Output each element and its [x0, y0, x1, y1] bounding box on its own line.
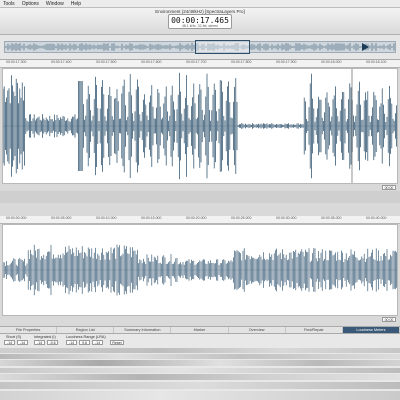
tab-region-list[interactable]: Region List	[57, 327, 115, 333]
ruler-tick-label: 00:00:05.000	[51, 216, 72, 220]
meter-bar-2	[0, 354, 400, 359]
label-loudness-range: Loudness Range (LRA)	[66, 335, 106, 339]
waveform-bottom	[3, 244, 397, 296]
ruler-tick-label: 00:00:18.000	[321, 60, 342, 64]
menu-bar: Tools Options Window Help	[0, 0, 400, 8]
ruler-tick-label: 00:00:30.000	[276, 216, 297, 220]
ruler-tick-label: 00:00:00.000	[6, 216, 27, 220]
meter-bar-7	[0, 391, 400, 400]
menu-tools[interactable]: Tools	[3, 1, 15, 7]
loudness-value-7: -14	[92, 340, 103, 345]
play-marker-icon[interactable]	[362, 43, 369, 51]
time-ruler-top[interactable]: 00:00:17.300 00:00:17.400 00:00:17.500 00:0…	[0, 60, 400, 68]
panel-tabs: File Properties Region List Summary Info…	[0, 326, 400, 334]
loudness-panel: Short (S) Integrated (I) Loudness Range …	[0, 334, 400, 400]
menu-window[interactable]: Window	[46, 1, 64, 7]
ruler-tick-label: 00:00:40.000	[366, 216, 387, 220]
tab-loudness-meters[interactable]: Loudness Meters	[342, 327, 400, 333]
ruler-tick-label: 00:00:15.000	[141, 216, 162, 220]
loudness-value-2: -14	[17, 340, 28, 345]
loudness-value-4: -9.6	[47, 340, 58, 345]
ruler-tick-label: 00:00:25.000	[231, 216, 252, 220]
loudness-value-6: 9.6	[79, 340, 90, 345]
meter-bar-1	[0, 348, 400, 353]
loudness-value-3: -14	[34, 340, 45, 345]
menu-options[interactable]: Options	[22, 1, 39, 7]
overview-viewport[interactable]	[195, 40, 250, 54]
tab-marker[interactable]: Marker	[171, 327, 229, 333]
ruler-tick-label: 00:00:17.700	[186, 60, 207, 64]
waveform-panel-bottom[interactable]	[2, 224, 398, 316]
overview-strip[interactable]	[0, 35, 400, 60]
ruler-tick-label: 00:00:17.900	[276, 60, 297, 64]
tab-file-properties[interactable]: File Properties	[0, 327, 58, 333]
tab-summary-information[interactable]: Summary Information	[114, 327, 172, 333]
time-display[interactable]: 00:00:17.465 48.1 kHz, 32-bit, stereo	[168, 14, 232, 29]
label-integrated: Integrated (I)	[34, 335, 56, 339]
time-ruler-bottom[interactable]: 00:00:00.000 00:00:05.000 00:00:10.000 00:0…	[0, 216, 400, 224]
ruler-tick-label: 00:00:17.500	[96, 60, 117, 64]
tab-overview[interactable]: Overview	[229, 327, 286, 333]
meter-bar-6	[0, 382, 400, 389]
loudness-value-1: -14	[4, 340, 15, 345]
meter-bar-5	[0, 374, 400, 380]
title-bar: Environment (24/48kHz) [SpectraLayers Pr…	[0, 8, 400, 35]
loudness-value-5: -14	[66, 340, 77, 345]
menu-help[interactable]: Help	[71, 1, 81, 7]
ruler-tick-label: 00:00:20.000	[186, 216, 207, 220]
ruler-tick-label: 00:00:10.000	[96, 216, 117, 220]
ruler-tick-label: 00:00:17.400	[51, 60, 72, 64]
tab-find-repair[interactable]: Find/Repair	[286, 327, 343, 333]
label-short: Short (S)	[6, 335, 22, 339]
waveform-panel-top[interactable]	[2, 68, 398, 184]
reset-button[interactable]: Reset	[110, 340, 124, 345]
ruler-tick-label: 00:00:17.800	[231, 60, 252, 64]
meter-bar-4	[0, 368, 400, 373]
waveform-top	[3, 69, 397, 183]
ruler-tick-label: 00:00:35.000	[321, 216, 342, 220]
meter-bar-3	[0, 360, 400, 366]
ruler-tick-label: 00:00:17.300	[6, 60, 27, 64]
zoom-field-bottom[interactable]: 00:00	[382, 317, 396, 322]
ruler-tick-label: 00:00:17.600	[141, 60, 162, 64]
ruler-tick-label: 00:00:18.100	[366, 60, 387, 64]
panel-separator	[0, 191, 400, 203]
time-format: 48.1 kHz, 32-bit, stereo	[181, 24, 219, 28]
zoom-field-top[interactable]: 00:00	[382, 185, 396, 190]
